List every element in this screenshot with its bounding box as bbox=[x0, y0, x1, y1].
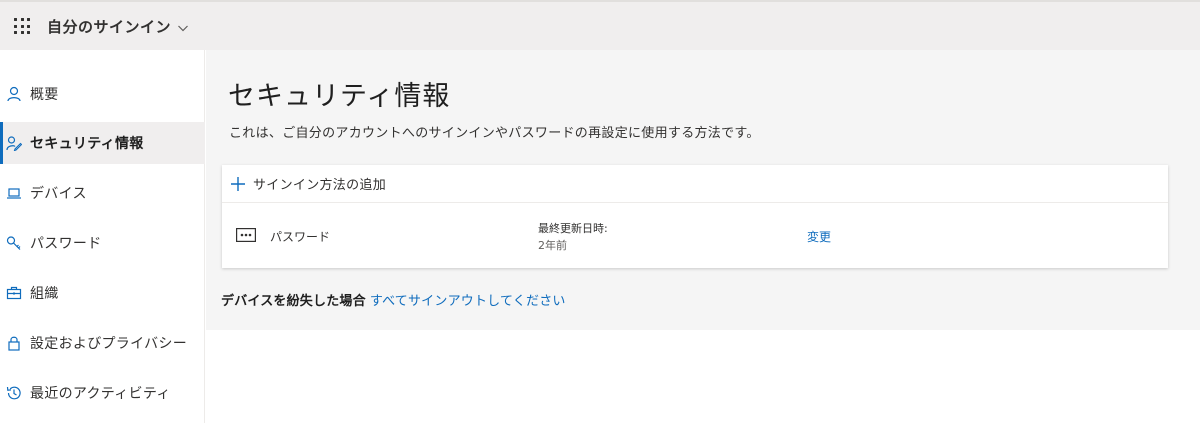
last-updated-label: 最終更新日時: bbox=[538, 222, 608, 235]
sidebar: 概要 セキュリティ情報 デバイス パスワード 組織 設定およびプライバシー 最近… bbox=[0, 50, 205, 423]
password-dots-icon bbox=[236, 228, 256, 242]
lost-device-section: デバイスを紛失した場合 すべてサインアウトしてください bbox=[221, 290, 566, 309]
sidebar-item-security-info[interactable]: セキュリティ情報 bbox=[0, 122, 205, 164]
sidebar-item-label: 最近のアクティビティ bbox=[30, 386, 171, 402]
sidebar-item-label: デバイス bbox=[30, 186, 87, 202]
sidebar-item-label: 設定およびプライバシー bbox=[30, 336, 188, 352]
sidebar-item-recent-activity[interactable]: 最近のアクティビティ bbox=[0, 372, 205, 414]
sidebar-item-label: パスワード bbox=[30, 236, 102, 252]
method-row-password: パスワード 最終更新日時: 2年前 変更 bbox=[222, 203, 1168, 268]
last-updated-value: 2年前 bbox=[538, 239, 567, 252]
chevron-down-icon[interactable] bbox=[177, 22, 189, 34]
sidebar-item-settings-privacy[interactable]: 設定およびプライバシー bbox=[0, 322, 205, 364]
person-icon bbox=[6, 86, 22, 102]
sign-in-methods-card: サインイン方法の追加 パスワード 最終更新日時: 2年前 変更 bbox=[222, 165, 1168, 268]
security-info-icon bbox=[6, 135, 22, 151]
sidebar-item-organization[interactable]: 組織 bbox=[0, 272, 205, 314]
sidebar-item-label: セキュリティ情報 bbox=[30, 136, 144, 152]
add-sign-in-method-button[interactable]: サインイン方法の追加 bbox=[222, 165, 1168, 203]
change-password-link[interactable]: 変更 bbox=[807, 228, 831, 245]
history-icon bbox=[6, 385, 22, 401]
add-sign-in-method-label: サインイン方法の追加 bbox=[253, 178, 387, 193]
waffle-icon[interactable] bbox=[14, 18, 30, 34]
sidebar-item-label: 組織 bbox=[30, 286, 59, 302]
top-bar: 自分のサインイン bbox=[0, 0, 1200, 50]
briefcase-icon bbox=[6, 285, 22, 301]
sidebar-item-overview[interactable]: 概要 bbox=[0, 73, 205, 115]
app-title[interactable]: 自分のサインイン bbox=[47, 16, 171, 37]
sidebar-item-devices[interactable]: デバイス bbox=[0, 172, 205, 214]
sidebar-item-password[interactable]: パスワード bbox=[0, 222, 205, 264]
main-content: セキュリティ情報 これは、ご自分のアカウントへのサインインやパスワードの再設定に… bbox=[206, 50, 1200, 330]
laptop-icon bbox=[6, 185, 22, 201]
sign-out-everywhere-link[interactable]: すべてサインアウトしてください bbox=[370, 294, 566, 309]
lost-device-text: デバイスを紛失した場合 bbox=[221, 294, 366, 309]
plus-icon bbox=[231, 176, 245, 191]
key-icon bbox=[6, 235, 22, 251]
page-description: これは、ご自分のアカウントへのサインインやパスワードの再設定に使用する方法です。 bbox=[229, 126, 760, 141]
lock-icon bbox=[6, 335, 22, 351]
method-name: パスワード bbox=[270, 230, 331, 244]
page-title: セキュリティ情報 bbox=[228, 81, 451, 112]
sidebar-item-label: 概要 bbox=[30, 87, 59, 103]
